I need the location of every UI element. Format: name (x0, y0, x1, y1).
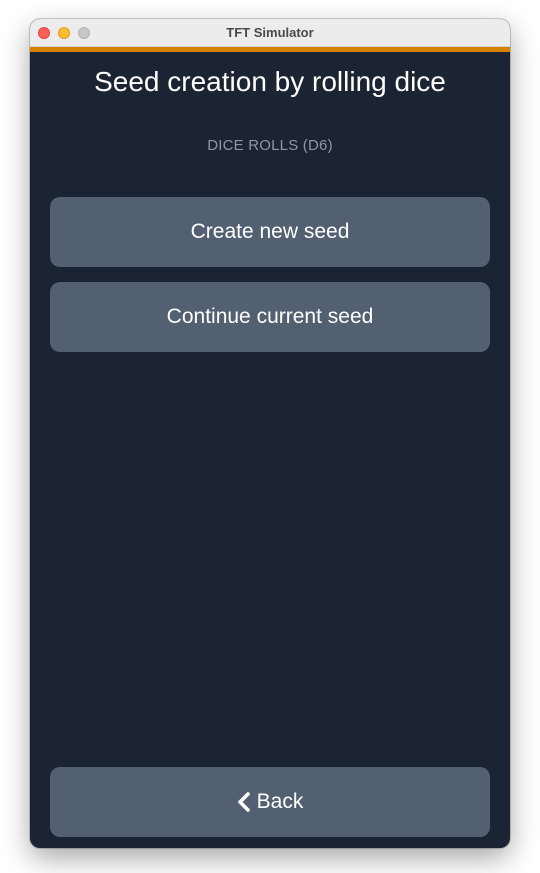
main-content: Seed creation by rolling dice DICE ROLLS… (30, 52, 510, 848)
page-title: Seed creation by rolling dice (94, 66, 446, 97)
back-label: Back (256, 790, 304, 813)
chevron-left-icon (237, 792, 251, 812)
create-new-seed-button[interactable]: Create new seed (50, 197, 490, 267)
window-title: TFT Simulator (226, 25, 314, 40)
app-window: TFT Simulator Seed creation by rolling d… (30, 19, 510, 848)
back-button[interactable]: Back (50, 767, 490, 837)
title-bar[interactable]: TFT Simulator (30, 19, 510, 47)
continue-current-seed-button[interactable]: Continue current seed (50, 282, 490, 352)
create-new-seed-label: Create new seed (190, 220, 350, 243)
section-label: DICE ROLLS (D6) (207, 137, 333, 154)
continue-current-seed-label: Continue current seed (166, 305, 374, 328)
